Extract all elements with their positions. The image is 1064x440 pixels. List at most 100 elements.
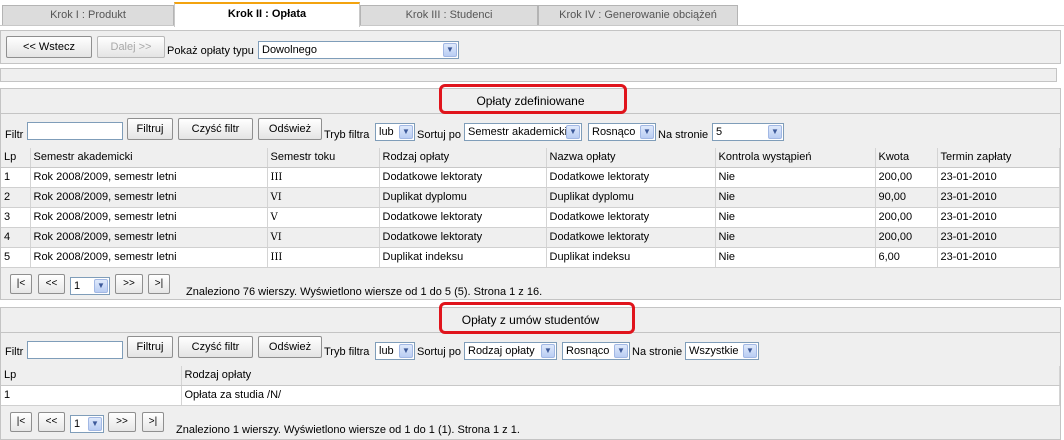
table-cell: Dodatkowe lektoraty <box>379 207 547 228</box>
table-row[interactable]: 5 Rok 2008/2009, semestr letni III Dupli… <box>1 247 1060 268</box>
chevron-down-icon: ▼ <box>399 125 413 139</box>
table-cell: V <box>267 207 380 228</box>
table-cell: Nie <box>715 187 876 208</box>
filter-input[interactable] <box>27 341 123 359</box>
page-select[interactable]: 1 ▼ <box>70 277 110 295</box>
refresh-button[interactable]: Odśwież <box>258 336 322 358</box>
table-cell: III <box>267 247 380 268</box>
column-header[interactable]: Termin zapłaty <box>937 148 1060 168</box>
filter-mode-select[interactable]: lub ▼ <box>375 123 415 141</box>
table-cell: Nie <box>715 247 876 268</box>
table-cell: Rok 2008/2009, semestr letni <box>30 247 268 268</box>
table-cell: 90,00 <box>875 187 938 208</box>
sort-by-select[interactable]: Semestr akademicki ▼ <box>464 123 582 141</box>
sort-by-value: Rodzaj opłaty <box>468 345 535 357</box>
table-row[interactable]: 1 Opłata za studia /N/ <box>1 385 1060 406</box>
chevron-down-icon: ▼ <box>566 125 580 139</box>
filter-label: Filtr <box>5 346 24 358</box>
filter-input[interactable] <box>27 122 123 140</box>
per-page-select[interactable]: 5 ▼ <box>712 123 784 141</box>
per-page-select[interactable]: Wszystkie ▼ <box>685 342 759 360</box>
sort-by-label: Sortuj po <box>417 346 462 358</box>
table-cell: Dodatkowe lektoraty <box>546 207 716 228</box>
chevron-down-icon: ▼ <box>399 344 413 358</box>
table-cell: Rok 2008/2009, semestr letni <box>30 187 268 208</box>
column-header[interactable]: Semestr akademicki <box>30 148 268 168</box>
table-cell: 200,00 <box>875 167 938 188</box>
table-cell: VI <box>267 187 380 208</box>
chevron-down-icon: ▼ <box>94 279 108 293</box>
back-button[interactable]: << Wstecz <box>6 36 92 58</box>
fee-type-select[interactable]: Dowolnego ▼ <box>258 41 459 59</box>
tab-step-1[interactable]: Krok I : Produkt <box>2 5 174 25</box>
prev-page-button[interactable]: << <box>38 274 65 294</box>
table-cell: Nie <box>715 207 876 228</box>
filter-label: Filtr <box>5 129 24 141</box>
sort-by-select[interactable]: Rodzaj opłaty ▼ <box>464 342 557 360</box>
column-header[interactable]: Kontrola wystąpień <box>715 148 876 168</box>
filter-button[interactable]: Filtruj <box>127 118 173 140</box>
next-button[interactable]: Dalej >> <box>97 36 165 58</box>
column-header[interactable]: Nazwa opłaty <box>546 148 716 168</box>
table-cell: Duplikat indeksu <box>379 247 547 268</box>
table-row[interactable]: 3 Rok 2008/2009, semestr letni V Dodatko… <box>1 207 1060 228</box>
table-cell: 200,00 <box>875 207 938 228</box>
prev-page-button[interactable]: << <box>38 412 65 432</box>
refresh-button[interactable]: Odśwież <box>258 118 322 140</box>
last-page-button[interactable]: >| <box>142 412 164 432</box>
tab-step-2[interactable]: Krok II : Opłata <box>174 2 360 27</box>
column-header[interactable]: Rodzaj opłaty <box>181 366 1060 386</box>
sort-order-select[interactable]: Rosnąco ▼ <box>588 123 656 141</box>
page-select[interactable]: 1 ▼ <box>70 415 104 433</box>
table-cell: 200,00 <box>875 227 938 248</box>
chevron-down-icon: ▼ <box>614 344 628 358</box>
fee-type-value: Dowolnego <box>262 44 318 56</box>
chevron-down-icon: ▼ <box>88 417 102 431</box>
table-header-row: Lp Semestr akademicki Semestr toku Rodza… <box>1 148 1060 168</box>
table-row[interactable]: 1 Rok 2008/2009, semestr letni III Dodat… <box>1 167 1060 188</box>
filter-mode-value: lub <box>379 345 394 357</box>
column-header[interactable]: Kwota <box>875 148 938 168</box>
defined-fees-panel: Opłaty zdefiniowane Filtr Filtruj Czyść … <box>0 84 1061 300</box>
table-cell: Rok 2008/2009, semestr letni <box>30 227 268 248</box>
table-cell: 4 <box>1 227 31 248</box>
tab-step-3[interactable]: Krok III : Studenci <box>360 5 538 25</box>
student-contract-fees-panel: Opłaty z umów studentów Filtr Filtruj Cz… <box>0 302 1061 440</box>
fee-type-label: Pokaż opłaty typu <box>167 45 254 57</box>
clear-filter-button[interactable]: Czyść filtr <box>178 118 253 140</box>
clear-filter-button[interactable]: Czyść filtr <box>178 336 253 358</box>
chevron-down-icon: ▼ <box>541 344 555 358</box>
first-page-button[interactable]: |< <box>10 274 32 294</box>
last-page-button[interactable]: >| <box>148 274 170 294</box>
sort-order-select[interactable]: Rosnąco ▼ <box>562 342 630 360</box>
tab-step-4[interactable]: Krok IV : Generowanie obciążeń <box>538 5 738 25</box>
next-page-button[interactable]: >> <box>115 274 143 294</box>
separator-strip <box>0 68 1057 82</box>
table-cell: 23-01-2010 <box>937 167 1060 188</box>
next-page-button[interactable]: >> <box>108 412 136 432</box>
table-cell: 3 <box>1 207 31 228</box>
filter-button[interactable]: Filtruj <box>127 336 173 358</box>
table-cell: Dodatkowe lektoraty <box>379 167 547 188</box>
first-page-button[interactable]: |< <box>10 412 32 432</box>
table-cell: Opłata za studia /N/ <box>181 385 1060 406</box>
table-row[interactable]: 4 Rok 2008/2009, semestr letni VI Dodatk… <box>1 227 1060 248</box>
table-cell: 6,00 <box>875 247 938 268</box>
filter-mode-select[interactable]: lub ▼ <box>375 342 415 360</box>
page-value: 1 <box>74 418 81 430</box>
column-header[interactable]: Rodzaj opłaty <box>379 148 547 168</box>
table-cell: III <box>267 167 380 188</box>
table-row[interactable]: 2 Rok 2008/2009, semestr letni VI Duplik… <box>1 187 1060 208</box>
chevron-down-icon: ▼ <box>768 125 782 139</box>
column-header[interactable]: Semestr toku <box>267 148 380 168</box>
sort-order-value: Rosnąco <box>592 126 636 138</box>
column-header[interactable]: Lp <box>1 148 31 168</box>
table-cell: 23-01-2010 <box>937 187 1060 208</box>
column-header[interactable]: Lp <box>1 366 182 386</box>
sort-by-value: Semestr akademicki <box>468 126 568 138</box>
student-fees-table: Lp Rodzaj opłaty 1 Opłata za studia /N/ <box>1 366 1060 406</box>
table-cell: Dodatkowe lektoraty <box>379 227 547 248</box>
per-page-label: Na stronie <box>632 346 683 358</box>
table-cell: Duplikat dyplomu <box>379 187 547 208</box>
table-cell: 23-01-2010 <box>937 207 1060 228</box>
